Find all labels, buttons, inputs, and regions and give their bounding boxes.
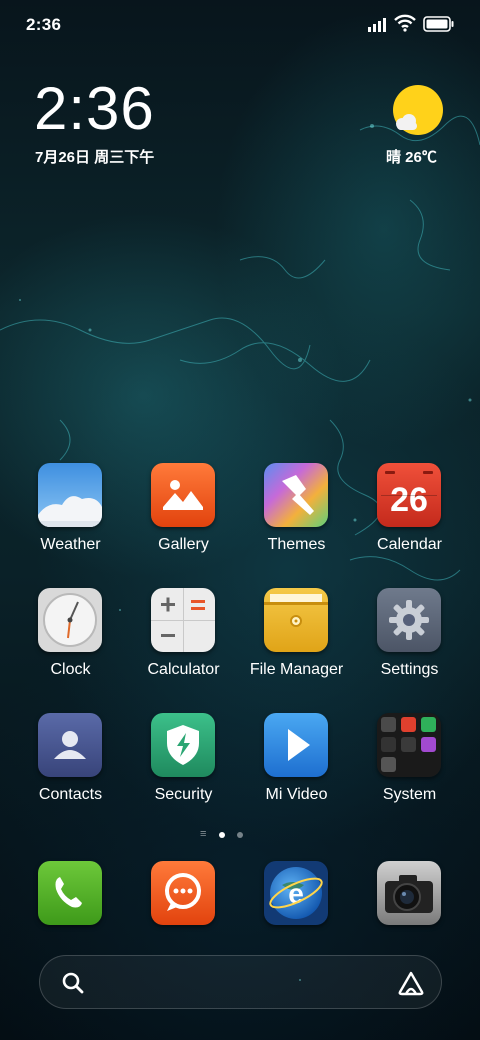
dock-camera[interactable] [377,861,441,925]
sun-cloud-icon[interactable] [392,84,444,136]
search-icon[interactable] [62,972,84,994]
app-file-manager[interactable]: File Manager [240,588,353,688]
clock-icon [38,588,102,652]
gear-icon [377,588,441,652]
app-label: Contacts [38,786,103,803]
app-label: Security [154,786,213,803]
weather-text: 晴 26℃ [386,149,437,166]
app-label: Calculator [147,661,220,678]
app-weather[interactable]: Weather [14,463,127,563]
app-label: Weather [40,536,101,553]
app-contacts[interactable]: Contacts [14,713,127,813]
status-time: 2:36 [26,15,62,34]
app-security[interactable]: Security [127,713,240,813]
gallery-icon [151,463,215,527]
shield-icon [151,713,215,777]
page-dot[interactable] [237,832,243,838]
app-label: Settings [380,661,439,678]
calendar-icon: 26 [377,463,441,527]
message-icon [151,861,215,925]
menu-lines-icon: ≡ [200,828,207,840]
app-calculator[interactable]: Calculator [127,588,240,688]
clock-widget-time[interactable]: 2:36 [34,74,155,144]
app-settings[interactable]: Settings [353,588,466,688]
app-calendar[interactable]: 26 Calendar [353,463,466,563]
search-bar[interactable] [39,955,442,1009]
status-bar: 2:36 [0,0,480,50]
dock-messaging[interactable] [151,861,215,925]
clock-widget-date: 7月26日 周三下午 [35,149,155,166]
phone-icon [38,861,102,925]
dock-browser[interactable]: e [264,861,328,925]
dock-phone[interactable] [38,861,102,925]
wifi-icon [394,14,416,32]
play-icon [264,713,328,777]
app-clock[interactable]: Clock [14,588,127,688]
app-label: Mi Video [265,786,328,803]
calendar-date-badge: 26 [390,481,428,519]
signal-icon [368,18,386,32]
folder-icon [377,713,441,777]
app-label: Themes [267,536,326,553]
app-mi-video[interactable]: Mi Video [240,713,353,813]
app-label: System [382,786,437,803]
calculator-icon [151,588,215,652]
app-label: File Manager [249,661,344,678]
page-indicator[interactable]: ≡ [196,827,256,843]
assistant-icon[interactable] [397,970,425,996]
file-manager-icon [264,588,328,652]
camera-icon [377,861,441,925]
app-label: Clock [50,661,91,678]
app-gallery[interactable]: Gallery [127,463,240,563]
battery-icon [423,16,454,32]
app-label: Gallery [158,536,209,553]
app-label: Calendar [377,536,442,553]
app-folder-system[interactable]: System [353,713,466,813]
app-themes[interactable]: Themes [240,463,353,563]
contacts-icon [38,713,102,777]
themes-icon [264,463,328,527]
page-dot-active[interactable] [219,832,225,838]
weather-icon [38,463,102,527]
browser-icon: e [264,861,328,925]
